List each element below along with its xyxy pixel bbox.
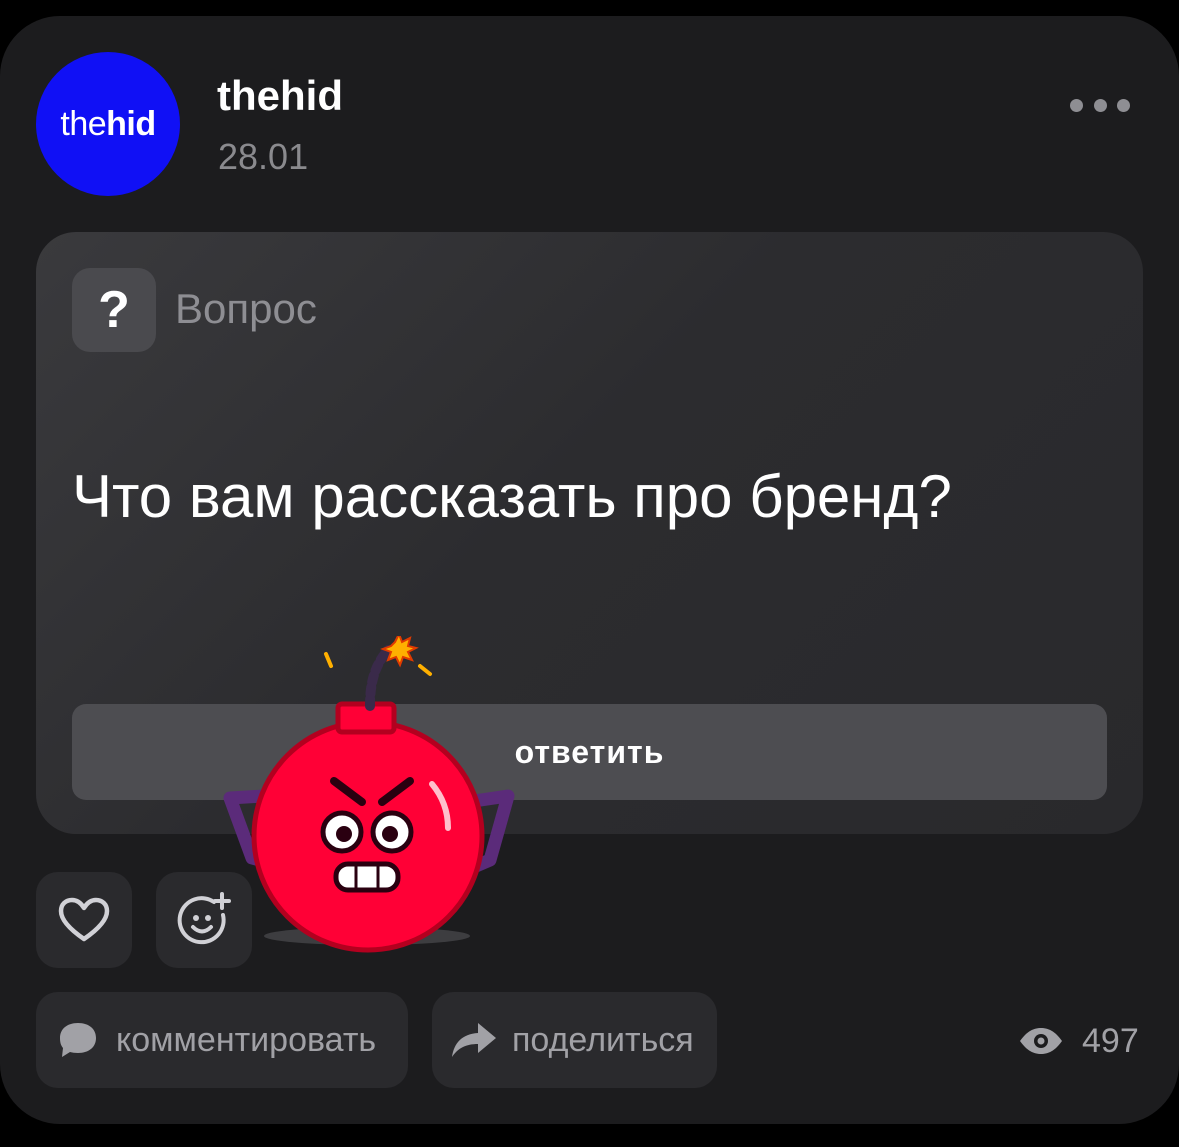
comment-bubble-icon — [60, 1023, 96, 1057]
avatar-text-bold: hid — [106, 104, 156, 143]
heart-icon — [58, 897, 110, 942]
like-button[interactable] — [36, 872, 132, 968]
author-avatar[interactable]: the hid — [36, 52, 180, 196]
share-arrow-icon — [452, 1023, 496, 1057]
comment-label: комментировать — [116, 1020, 377, 1059]
more-horizontal-icon — [1093, 98, 1107, 112]
more-options-button[interactable] — [1070, 90, 1130, 120]
avatar-text-light: the — [60, 104, 107, 143]
more-horizontal-icon — [1070, 98, 1083, 112]
angry-bomb-sticker — [223, 636, 515, 953]
share-label: поделиться — [512, 1020, 694, 1059]
share-button[interactable]: поделиться — [432, 992, 717, 1088]
question-card: ? Вопрос Что вам рассказать про бренд? о… — [36, 232, 1143, 834]
comment-button[interactable]: комментировать — [36, 992, 408, 1088]
more-horizontal-icon — [1117, 98, 1130, 112]
post-card: the hid thehid 28.01 ? Вопрос Что вам рас… — [0, 16, 1179, 1124]
question-icon: ? — [72, 268, 156, 352]
views-count: 497 — [1082, 1021, 1139, 1060]
views-counter: 497 — [1018, 1018, 1139, 1064]
author-name[interactable]: thehid — [217, 72, 343, 120]
question-text: Что вам рассказать про бренд? — [72, 463, 952, 530]
eye-icon — [1020, 1028, 1062, 1054]
question-label: Вопрос — [175, 285, 317, 332]
post-date: 28.01 — [218, 136, 309, 177]
